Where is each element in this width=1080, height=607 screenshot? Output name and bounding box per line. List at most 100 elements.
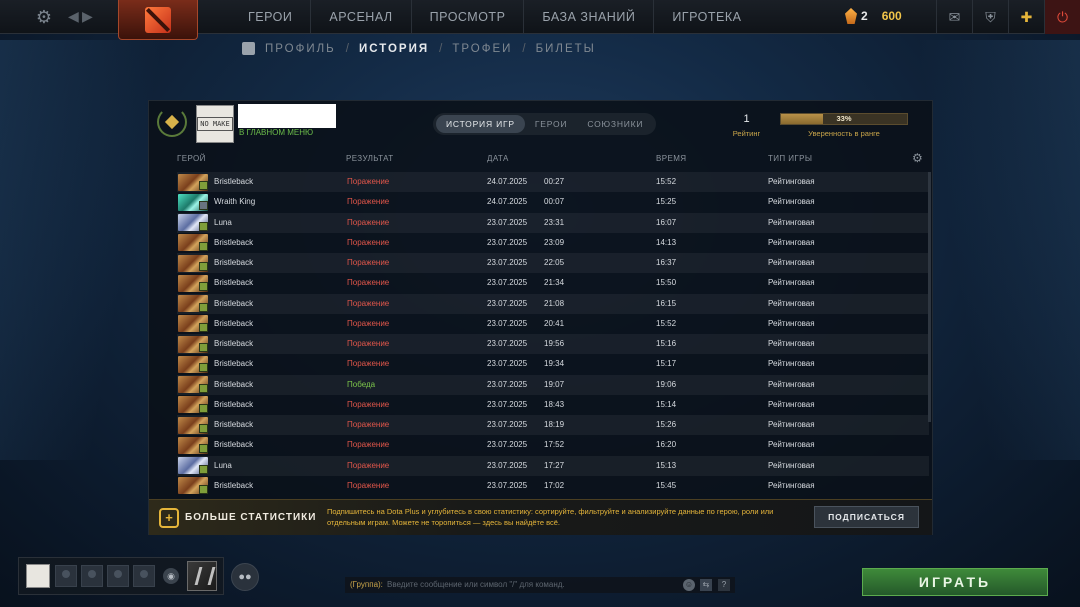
- hero-name: Bristleback: [214, 339, 254, 348]
- table-row[interactable]: Bristleback Поражение 23.07.2025 21:08 16:15…: [177, 293, 929, 314]
- match-date: 23.07.2025: [487, 399, 528, 409]
- help-icon[interactable]: ?: [718, 579, 730, 591]
- table-row[interactable]: Bristleback Поражение 23.07.2025 17:52 16:20…: [177, 435, 929, 455]
- tab-trophies[interactable]: ТРОФЕИ: [452, 43, 512, 55]
- nav-watch[interactable]: ПРОСМОТР: [410, 0, 524, 34]
- hero-name: Luna: [214, 217, 232, 227]
- rank-tier-icon[interactable]: [187, 561, 217, 591]
- match-duration: 15:25: [656, 197, 677, 207]
- table-row[interactable]: Bristleback Поражение 23.07.2025 19:56 15:16…: [177, 334, 929, 355]
- party-slot-empty[interactable]: [81, 565, 103, 587]
- col-header-hero[interactable]: ГЕРОЙ: [177, 154, 206, 163]
- match-result: Поражение: [347, 298, 390, 308]
- tab-tickets[interactable]: БИЛЕТЫ: [536, 43, 596, 55]
- table-row[interactable]: Bristleback Победа 23.07.2025 19:07 19:06 Рей…: [177, 374, 929, 395]
- columns-settings-gear-icon[interactable]: ⚙: [912, 151, 923, 165]
- translate-icon[interactable]: ⇆: [700, 579, 712, 591]
- match-result: Поражение: [347, 359, 390, 369]
- col-header-type[interactable]: ТИП ИГРЫ: [768, 154, 812, 163]
- table-row[interactable]: Wraith King Поражение 24.07.2025 00:07 15:25…: [177, 192, 929, 212]
- match-duration: 15:52: [656, 318, 677, 328]
- role-badge-icon: [199, 181, 208, 190]
- tab-heroes[interactable]: ГЕРОИ: [525, 115, 577, 133]
- game-type: Рейтинговая: [768, 258, 815, 267]
- dota-plus-icon[interactable]: ✚: [1008, 0, 1044, 34]
- game-type: Рейтинговая: [768, 237, 815, 247]
- hero-name: Bristleback: [214, 420, 254, 429]
- chat-bar: (Группа): Введите сообщение или символ "…: [345, 577, 735, 593]
- emoji-icon[interactable]: ☺: [683, 579, 695, 591]
- hero-name: Bristleback: [214, 177, 254, 186]
- subscribe-button[interactable]: ПОДПИСАТЬСЯ: [814, 506, 919, 528]
- table-row[interactable]: Luna Поражение 23.07.2025 23:31 16:07 Рейтинг…: [177, 212, 929, 233]
- play-button[interactable]: ИГРАТЬ: [862, 568, 1048, 596]
- confidence-percent: 33%: [836, 114, 852, 123]
- match-time: 21:08: [544, 298, 565, 308]
- party-slot-empty[interactable]: [107, 565, 129, 587]
- table-row[interactable]: Bristleback Поражение 23.07.2025 23:09 14:13…: [177, 233, 929, 253]
- match-time: 00:27: [544, 177, 565, 186]
- friends-icon[interactable]: ●●: [231, 563, 259, 591]
- table-row[interactable]: Bristleback Поражение 23.07.2025 20:41 15:52…: [177, 314, 929, 334]
- history-tabs: ИСТОРИЯ ИГР ГЕРОИ СОЮЗНИКИ: [433, 113, 657, 135]
- match-date: 23.07.2025: [487, 298, 528, 308]
- col-header-result[interactable]: РЕЗУЛЬТАТ: [346, 154, 394, 163]
- nav-arsenal[interactable]: АРСЕНАЛ: [310, 0, 410, 34]
- party-slot-empty[interactable]: [55, 565, 77, 587]
- dota-logo-icon: [145, 6, 171, 33]
- table-row[interactable]: Bristleback Поражение 23.07.2025 18:43 15:14…: [177, 395, 929, 415]
- role-badge-icon: [199, 201, 208, 211]
- battlepass-icon[interactable]: ⛨: [972, 0, 1008, 34]
- table-row[interactable]: Bristleback Поражение 23.07.2025 18:19 15:26…: [177, 415, 929, 436]
- match-result: Поражение: [347, 197, 390, 207]
- col-header-duration[interactable]: ВРЕМЯ: [656, 154, 686, 163]
- tab-match-history[interactable]: ИСТОРИЯ ИГР: [436, 115, 525, 133]
- rating-value: 1: [743, 113, 750, 125]
- scrollbar[interactable]: [928, 172, 931, 422]
- match-duration: 14:13: [656, 237, 677, 247]
- confidence-bar: 33%: [780, 113, 908, 125]
- chat-channel[interactable]: (Группа):: [350, 577, 383, 593]
- match-result: Поражение: [347, 318, 390, 328]
- nav-arcade[interactable]: ИГРОТЕКА: [653, 0, 759, 34]
- match-duration: 15:50: [656, 278, 677, 288]
- match-date: 23.07.2025: [487, 460, 528, 470]
- confidence-label: Уверенность в ранге: [808, 129, 880, 138]
- party-slot-empty[interactable]: [133, 565, 155, 587]
- nav-heroes[interactable]: ГЕРОИ: [230, 0, 310, 34]
- role-badge-icon: [199, 282, 208, 292]
- table-row[interactable]: Luna Поражение 23.07.2025 17:27 15:13 Рейтинг…: [177, 455, 929, 476]
- role-badge-icon: [199, 241, 208, 251]
- tab-profile[interactable]: ПРОФИЛЬ: [265, 43, 336, 55]
- table-row[interactable]: Bristleback Поражение 23.07.2025 22:05 16:37…: [177, 253, 929, 274]
- match-time: 22:05: [544, 258, 565, 267]
- role-badge-icon: [199, 444, 208, 454]
- table-row[interactable]: Bristleback Поражение 24.07.2025 00:27 15:52…: [177, 172, 929, 193]
- match-date: 23.07.2025: [487, 440, 528, 450]
- mail-icon[interactable]: ✉: [936, 0, 972, 34]
- hero-name: Luna: [214, 460, 232, 470]
- power-icon[interactable]: ⏻: [1044, 0, 1080, 34]
- table-row[interactable]: Bristleback Поражение 23.07.2025 17:02 15:45…: [177, 476, 929, 496]
- tab-allies[interactable]: СОЮЗНИКИ: [577, 115, 653, 133]
- role-badge-icon: [199, 484, 208, 494]
- match-time: 20:41: [544, 318, 565, 328]
- forward-arrow-icon[interactable]: ▶: [82, 8, 93, 25]
- tab-history[interactable]: ИСТОРИЯ: [359, 43, 429, 55]
- currency-display[interactable]: 2 600: [845, 8, 902, 24]
- party-options-icon[interactable]: ◉: [163, 568, 179, 584]
- separator: /: [345, 42, 349, 55]
- table-row[interactable]: Bristleback Поражение 23.07.2025 21:34 15:50…: [177, 273, 929, 293]
- dota-logo-button[interactable]: [118, 0, 198, 40]
- match-history-panel: NO MAKE В ГЛАВНОМ МЕНЮ ИСТОРИЯ ИГР ГЕРОИ…: [148, 100, 933, 535]
- match-result: Поражение: [347, 237, 390, 247]
- nav-knowledge-base[interactable]: БАЗА ЗНАНИЙ: [523, 0, 653, 34]
- table-row[interactable]: Bristleback Поражение 23.07.2025 19:34 15:17…: [177, 354, 929, 374]
- party-avatar[interactable]: [26, 564, 50, 588]
- rank-confidence: 33% Уверенность в ранге: [780, 113, 908, 138]
- settings-gear-icon[interactable]: ⚙: [34, 7, 54, 27]
- back-arrow-icon[interactable]: ◀: [68, 8, 79, 25]
- col-header-date[interactable]: ДАТА: [487, 154, 509, 163]
- chat-input[interactable]: Введите сообщение или символ "/" для ком…: [387, 577, 565, 593]
- avatar[interactable]: NO MAKE: [196, 105, 234, 143]
